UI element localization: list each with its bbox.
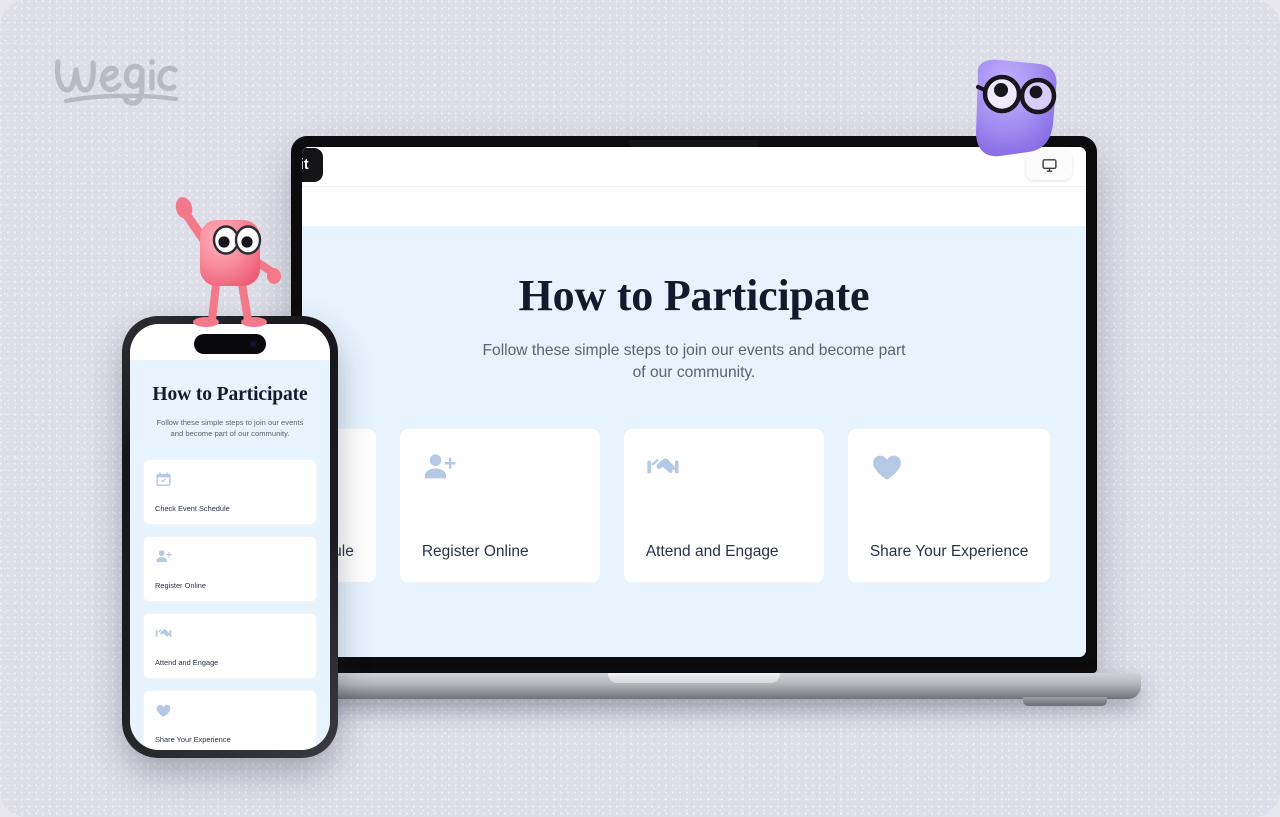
wegic-logo	[48, 46, 198, 108]
desktop-monitor-icon[interactable]	[1026, 150, 1072, 180]
editor-secondary-bar	[302, 187, 1086, 226]
mobile-step-card[interactable]: Check Event Schedule	[143, 459, 317, 525]
phone-screen: How to Participate Follow these simple s…	[130, 324, 330, 750]
heart-icon	[155, 702, 172, 719]
mobile-page-subtitle: Follow these simple steps to join our ev…	[156, 418, 304, 438]
mobile-step-card[interactable]: Share Your Experience	[143, 690, 317, 750]
laptop-foot	[1023, 697, 1107, 706]
hero-section: How to Participate Follow these simple s…	[302, 271, 1086, 385]
person-add-icon	[155, 548, 172, 565]
desktop-site-preview: How to Participate Follow these simple s…	[302, 226, 1086, 657]
step-card-label: Register Online	[421, 542, 529, 560]
phone-dynamic-island	[194, 334, 266, 354]
step-card[interactable]: Share Your Experience	[846, 427, 1052, 583]
mobile-page-title: How to Participate	[152, 384, 308, 405]
mobile-step-card-label: Check Event Schedule	[155, 504, 230, 513]
mobile-step-card[interactable]: Attend and Engage	[143, 613, 317, 679]
step-card[interactable]: Attend and Engage	[622, 427, 825, 583]
laptop-camera-notch	[628, 140, 760, 147]
laptop-screen: to Edit How to Participate Follow these …	[302, 147, 1086, 657]
mobile-step-card-label: Register Online	[155, 581, 206, 590]
laptop-lid: to Edit How to Participate Follow these …	[291, 136, 1097, 673]
mobile-step-card[interactable]: Register Online	[143, 536, 317, 602]
handshake-icon	[646, 450, 680, 484]
pink-blob-mascot	[168, 188, 292, 330]
person-add-icon	[422, 450, 456, 484]
mobile-step-card-label: Share Your Experience	[155, 735, 231, 744]
page-title: How to Participate	[518, 271, 870, 320]
steps-card-grid: Check Event Schedule Register Online	[302, 385, 1086, 583]
edit-mode-pill[interactable]: to Edit	[302, 148, 323, 182]
mobile-site-preview: How to Participate Follow these simple s…	[130, 360, 330, 750]
page-subtitle: Follow these simple steps to join our ev…	[482, 342, 906, 382]
step-card-label: Share Your Experience	[869, 542, 1029, 560]
phone-mockup: How to Participate Follow these simple s…	[122, 316, 338, 758]
calendar-check-icon	[155, 471, 172, 488]
step-card-label: Attend and Engage	[645, 542, 779, 560]
canvas: to Edit How to Participate Follow these …	[0, 0, 1280, 817]
mobile-step-card-label: Attend and Engage	[155, 658, 219, 667]
handshake-icon	[155, 625, 172, 642]
mobile-steps-list: Check Event Schedule Register Online Att…	[143, 459, 317, 750]
editor-toolbar: to Edit	[302, 147, 1086, 187]
laptop-mockup: to Edit How to Participate Follow these …	[247, 136, 1141, 706]
laptop-open-notch	[608, 673, 780, 683]
laptop-base	[247, 673, 1141, 706]
phone-body: How to Participate Follow these simple s…	[122, 316, 338, 758]
heart-icon	[870, 450, 904, 484]
step-card[interactable]: Register Online	[398, 427, 601, 583]
